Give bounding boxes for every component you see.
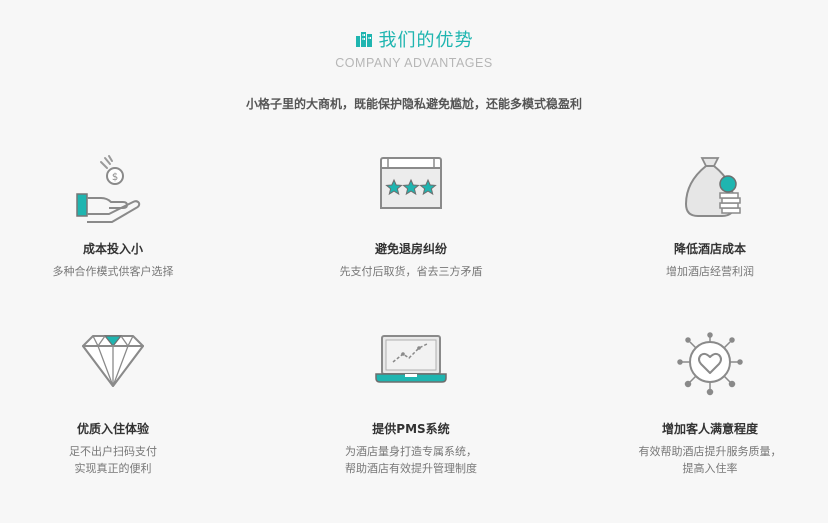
- feature-desc: 多种合作模式供客户选择: [52, 265, 174, 278]
- feature-lower-cost: 降低酒店成本 增加酒店经营利润: [590, 152, 828, 280]
- feature-pms-system: 提供PMS系统 为酒店量身打造专属系统， 帮助酒店有效提升管理制度: [291, 332, 531, 477]
- laptop-icon: [375, 335, 447, 383]
- feature-title: 避免退房纠纷: [374, 242, 447, 256]
- feature-desc: 先支付后取货，省去三方矛盾: [339, 265, 483, 278]
- feature-avoid-disputes: 避免退房纠纷 先支付后取货，省去三方矛盾: [291, 152, 531, 280]
- feature-title: 优质入住体验: [76, 422, 149, 436]
- feature-desc-line: 实现真正的便利: [74, 462, 152, 475]
- title-row: 我们的优势: [0, 26, 828, 52]
- feature-desc-line: 提高入住率: [682, 462, 738, 475]
- feature-desc-line: 帮助酒店有效提升管理制度: [345, 462, 477, 475]
- feature-desc-line: 足不出户扫码支付: [69, 445, 157, 458]
- feature-desc: 为酒店量身打造专属系统， 帮助酒店有效提升管理制度: [291, 443, 531, 477]
- feature-title: 降低酒店成本: [673, 242, 746, 256]
- building-icon: [355, 32, 372, 47]
- feature-title: 增加客人满意程度: [661, 422, 758, 436]
- stars-card-icon: [380, 157, 442, 209]
- feature-quality-stay: 优质入住体验 足不出户扫码支付 实现真正的便利: [0, 332, 233, 477]
- section-header: 我们的优势 COMPANY ADVANTAGES: [0, 26, 828, 70]
- feature-desc: 增加酒店经营利润: [666, 265, 754, 278]
- feature-desc: 足不出户扫码支付 实现真正的便利: [0, 443, 233, 477]
- diamond-icon: [82, 335, 144, 387]
- svg-text:$: $: [112, 172, 118, 183]
- section-title: 我们的优势: [378, 30, 474, 51]
- feature-desc-line: 为酒店量身打造专属系统，: [345, 445, 477, 458]
- hand-coin-icon: $: [76, 155, 141, 223]
- feature-desc: 有效帮助酒店提升服务质量， 提高入住率: [590, 443, 828, 477]
- section-subtitle: COMPANY ADVANTAGES: [335, 56, 493, 70]
- feature-title: 提供PMS系统: [372, 422, 450, 436]
- money-bag-icon: [684, 157, 741, 217]
- feature-guest-satisfaction: 增加客人满意程度 有效帮助酒店提升服务质量， 提高入住率: [590, 332, 828, 477]
- feature-desc-line: 有效帮助酒店提升服务质量，: [638, 445, 782, 458]
- section-slogan: 小格子里的大商机，既能保护隐私避免尴尬，还能多模式稳盈利: [245, 97, 582, 111]
- feature-low-cost: $ 成本投入小 多种合作模式供客户选择: [0, 152, 233, 280]
- heart-network-icon: [677, 332, 743, 396]
- feature-title: 成本投入小: [82, 242, 143, 256]
